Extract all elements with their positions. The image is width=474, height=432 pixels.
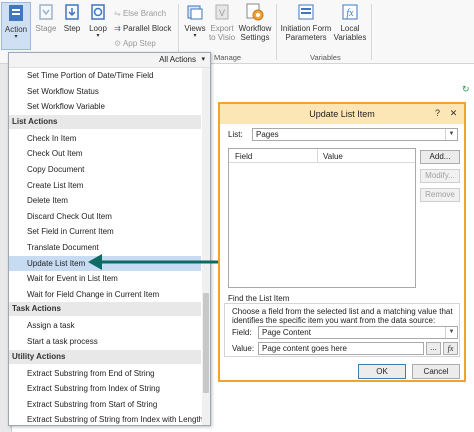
callout-arrow bbox=[88, 254, 218, 270]
callout-arrow-head bbox=[88, 254, 102, 270]
